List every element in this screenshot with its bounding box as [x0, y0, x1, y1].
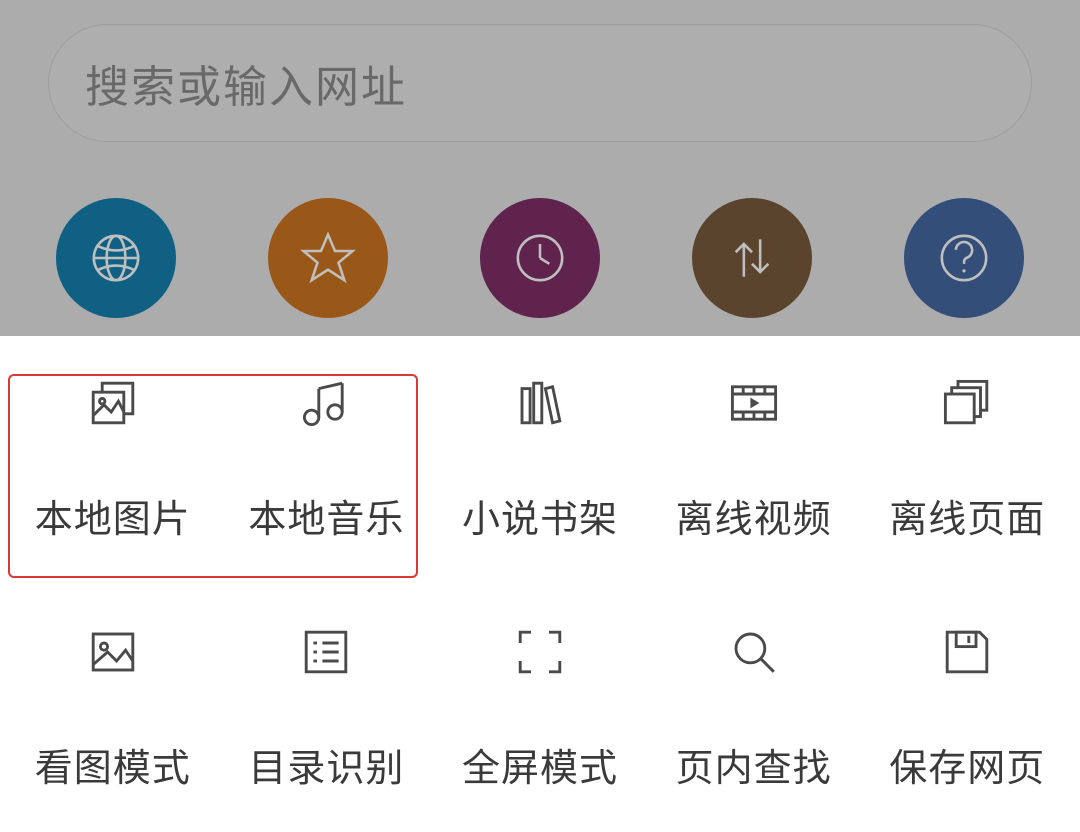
menu-item-bookshelf[interactable]: 小说书架	[433, 374, 647, 543]
picture-icon	[86, 623, 140, 681]
globe-icon	[88, 230, 144, 286]
star-icon	[300, 230, 356, 286]
menu-label: 小说书架	[462, 488, 618, 543]
menu-item-fullscreen[interactable]: 全屏模式	[433, 623, 647, 792]
menu-label: 页内查找	[676, 737, 832, 792]
menu-item-local-music[interactable]: 本地音乐	[220, 374, 434, 543]
question-icon	[936, 230, 992, 286]
quick-history[interactable]	[480, 198, 600, 318]
menu-label: 保存网页	[889, 737, 1045, 792]
menu-label: 离线页面	[889, 488, 1045, 543]
floppy-save-icon	[940, 623, 994, 681]
menu-item-local-images[interactable]: 本地图片	[6, 374, 220, 543]
menu-item-offline-pages[interactable]: 离线页面	[860, 374, 1074, 543]
menu-label: 离线视频	[676, 488, 832, 543]
menu-item-save-page[interactable]: 保存网页	[860, 623, 1074, 792]
menu-item-image-mode[interactable]: 看图模式	[6, 623, 220, 792]
search-icon	[727, 623, 781, 681]
tools-grid: 本地图片 本地音乐 小说书架	[6, 374, 1074, 792]
menu-label: 看图模式	[35, 737, 191, 792]
video-player-icon	[727, 374, 781, 432]
search-bar[interactable]: 搜索或输入网址	[48, 24, 1032, 142]
list-icon	[299, 623, 353, 681]
music-notes-icon	[299, 374, 353, 432]
menu-label: 本地图片	[35, 488, 191, 543]
menu-label: 全屏模式	[462, 737, 618, 792]
images-stack-icon	[86, 374, 140, 432]
browser-home-dimmed-area: 搜索或输入网址	[0, 0, 1080, 336]
tools-menu-panel: 本地图片 本地音乐 小说书架	[0, 336, 1080, 792]
menu-label: 目录识别	[248, 737, 404, 792]
quick-downloads[interactable]	[692, 198, 812, 318]
quick-bookmarks[interactable]	[268, 198, 388, 318]
quick-help[interactable]	[904, 198, 1024, 318]
menu-label: 本地音乐	[248, 488, 404, 543]
menu-item-offline-video[interactable]: 离线视频	[647, 374, 861, 543]
expand-icon	[513, 623, 567, 681]
updown-arrows-icon	[724, 230, 780, 286]
menu-item-find-in-page[interactable]: 页内查找	[647, 623, 861, 792]
menu-item-toc-detect[interactable]: 目录识别	[220, 623, 434, 792]
quick-globe[interactable]	[56, 198, 176, 318]
books-icon	[513, 374, 567, 432]
search-placeholder: 搜索或输入网址	[85, 51, 407, 115]
quick-access-row	[48, 198, 1032, 318]
pages-stack-icon	[940, 374, 994, 432]
clock-icon	[512, 230, 568, 286]
